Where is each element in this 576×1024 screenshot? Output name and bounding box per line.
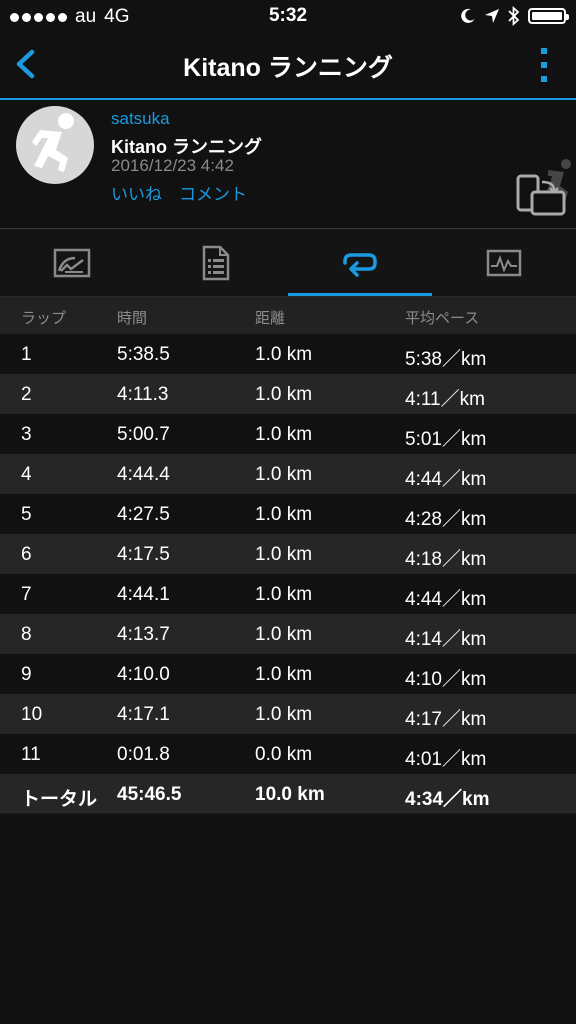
table-row: 10 4:17.1 1.0 km 4:17／km bbox=[0, 694, 576, 734]
table-row: 7 4:44.1 1.0 km 4:44／km bbox=[0, 574, 576, 614]
tab-summary[interactable] bbox=[0, 229, 144, 296]
document-details-icon bbox=[202, 245, 230, 280]
lap-distance: 1.0 km bbox=[255, 704, 313, 725]
lap-number: 8 bbox=[21, 624, 32, 645]
lap-time: 4:44.1 bbox=[117, 584, 170, 605]
tab-graphs[interactable] bbox=[432, 229, 576, 296]
runner-avatar-icon bbox=[32, 113, 74, 172]
like-button[interactable]: いいね bbox=[111, 180, 162, 205]
total-time: 45:46.5 bbox=[117, 784, 182, 805]
lap-time: 5:38.5 bbox=[117, 344, 170, 365]
total-distance: 10.0 km bbox=[255, 784, 325, 805]
lap-pace: 4:10／km bbox=[405, 669, 487, 690]
nav-bar: Kitano ランニング bbox=[0, 32, 576, 98]
table-row: 3 5:00.7 1.0 km 5:01／km bbox=[0, 414, 576, 454]
total-pace: 4:34／km bbox=[405, 789, 490, 810]
lap-distance: 0.0 km bbox=[255, 744, 313, 765]
lap-number: 2 bbox=[21, 384, 32, 405]
device-sync-icon[interactable] bbox=[510, 152, 576, 222]
table-row: 4 4:44.4 1.0 km 4:44／km bbox=[0, 454, 576, 494]
lap-time: 4:27.5 bbox=[117, 504, 170, 525]
lap-number: 3 bbox=[21, 424, 32, 445]
lap-number: 4 bbox=[21, 464, 32, 485]
lap-distance: 1.0 km bbox=[255, 584, 313, 605]
header-time: 時間 bbox=[117, 310, 148, 327]
table-row: 5 4:27.5 1.0 km 4:28／km bbox=[0, 494, 576, 534]
lap-pace: 4:44／km bbox=[405, 469, 487, 490]
lap-distance: 1.0 km bbox=[255, 384, 313, 405]
comment-button[interactable]: コメント bbox=[179, 180, 247, 205]
table-row: 11 0:01.8 0.0 km 4:01／km bbox=[0, 734, 576, 774]
lap-pace: 5:01／km bbox=[405, 429, 487, 450]
lap-distance: 1.0 km bbox=[255, 544, 313, 565]
lap-time: 4:44.4 bbox=[117, 464, 170, 485]
tab-laps[interactable] bbox=[288, 229, 432, 296]
lap-number: 11 bbox=[21, 744, 41, 765]
header-lap: ラップ bbox=[21, 310, 67, 327]
lap-number: 1 bbox=[21, 344, 32, 365]
lap-pace: 4:28／km bbox=[405, 509, 487, 530]
header-distance: 距離 bbox=[255, 310, 286, 327]
header-avg-pace: 平均ペース bbox=[405, 310, 480, 327]
table-end-divider bbox=[0, 813, 576, 814]
lap-number: 7 bbox=[21, 584, 32, 605]
lap-number: 9 bbox=[21, 664, 32, 685]
table-row: 2 4:11.3 1.0 km 4:11／km bbox=[0, 374, 576, 414]
total-label: トータル bbox=[21, 789, 98, 810]
lap-time: 4:17.1 bbox=[117, 704, 170, 725]
lap-time: 5:00.7 bbox=[117, 424, 170, 445]
lap-pace: 4:17／km bbox=[405, 709, 487, 730]
lap-distance: 1.0 km bbox=[255, 344, 313, 365]
laps-loop-icon bbox=[343, 252, 377, 277]
lap-distance: 1.0 km bbox=[255, 464, 313, 485]
table-row: 6 4:17.5 1.0 km 4:18／km bbox=[0, 534, 576, 574]
activity-header: satsuka Kitano ランニング 2016/12/23 4:42 いいね… bbox=[0, 100, 576, 228]
location-arrow-icon bbox=[485, 9, 499, 23]
graph-monitor-icon bbox=[486, 249, 522, 276]
lap-pace: 4:01／km bbox=[405, 749, 487, 770]
lap-time: 4:13.7 bbox=[117, 624, 170, 645]
table-row: 9 4:10.0 1.0 km 4:10／km bbox=[0, 654, 576, 694]
page-title: Kitano ランニング bbox=[183, 54, 393, 82]
laps-table: ラップ 時間 距離 平均ペース 1 5:38.5 1.0 km 5:38／km … bbox=[0, 297, 576, 814]
activity-date: 2016/12/23 4:42 bbox=[111, 156, 234, 175]
username-link[interactable]: satsuka bbox=[111, 109, 170, 129]
status-bar: au 4G 5:32 bbox=[0, 0, 576, 32]
table-row: 1 5:38.5 1.0 km 5:38／km bbox=[0, 334, 576, 374]
lap-time: 0:01.8 bbox=[117, 744, 170, 765]
lap-distance: 1.0 km bbox=[255, 504, 313, 525]
lap-number: 10 bbox=[21, 704, 43, 725]
lap-distance: 1.0 km bbox=[255, 424, 313, 445]
lap-time: 4:10.0 bbox=[117, 664, 170, 685]
table-row: 8 4:13.7 1.0 km 4:14／km bbox=[0, 614, 576, 654]
more-menu-icon[interactable] bbox=[538, 48, 550, 82]
lap-pace: 4:11／km bbox=[405, 389, 485, 410]
tab-bar bbox=[0, 229, 576, 296]
lap-pace: 4:44／km bbox=[405, 589, 487, 610]
bluetooth-icon bbox=[508, 6, 520, 26]
lap-pace: 4:14／km bbox=[405, 629, 487, 650]
lap-time: 4:11.3 bbox=[117, 384, 169, 405]
lap-pace: 4:18／km bbox=[405, 549, 487, 570]
battery-icon bbox=[528, 8, 569, 24]
table-total-row: トータル 45:46.5 10.0 km 4:34／km bbox=[0, 774, 576, 814]
lap-time: 4:17.5 bbox=[117, 544, 170, 565]
moon-icon bbox=[461, 8, 475, 23]
lap-distance: 1.0 km bbox=[255, 664, 313, 685]
chart-summary-icon bbox=[53, 248, 91, 277]
lap-pace: 5:38／km bbox=[405, 349, 487, 370]
lap-distance: 1.0 km bbox=[255, 624, 313, 645]
tab-details[interactable] bbox=[144, 229, 288, 296]
avatar[interactable] bbox=[16, 106, 94, 184]
table-header: ラップ 時間 距離 平均ペース bbox=[0, 297, 576, 334]
lap-number: 5 bbox=[21, 504, 32, 525]
lap-number: 6 bbox=[21, 544, 32, 565]
